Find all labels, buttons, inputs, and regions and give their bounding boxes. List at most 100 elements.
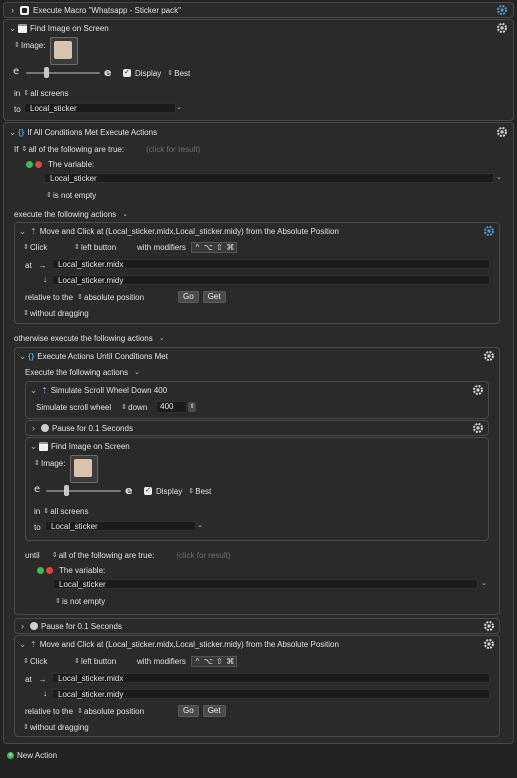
if-then-else-action[interactable]: ⌄ {} If All Conditions Met Execute Actio… <box>3 122 514 744</box>
command-key-toggle[interactable]: ⌘ <box>225 657 236 666</box>
stepper-icon[interactable]: ⇕ <box>188 402 197 412</box>
best-popup[interactable]: Best <box>195 487 211 496</box>
image-well[interactable] <box>50 37 78 65</box>
best-popup[interactable]: Best <box>174 69 190 78</box>
condition-variable-field[interactable]: Local_sticker <box>53 579 478 589</box>
condition-test-popup[interactable]: is not empty <box>62 597 105 606</box>
pause-action[interactable]: › Pause for 0.1 Seconds <box>14 618 500 634</box>
pause-action[interactable]: › Pause for 0.1 Seconds <box>25 420 489 436</box>
command-key-toggle[interactable]: ⌘ <box>225 243 236 252</box>
get-button[interactable]: Get <box>202 291 226 303</box>
popup-chevron-icon: ⇕ <box>23 724 29 731</box>
disclosure-triangle-icon[interactable]: ⌄ <box>18 350 27 362</box>
add-condition-icon[interactable] <box>37 566 44 574</box>
display-checkbox[interactable]: ✓ <box>123 69 131 77</box>
dropdown-chevron-icon[interactable]: ⌄ <box>496 173 502 181</box>
gear-icon[interactable] <box>483 638 495 650</box>
move-and-click-action[interactable]: ⌄ ⇡ Move and Click at (Local_sticker.mid… <box>14 222 500 324</box>
dropdown-chevron-icon[interactable]: ⌄ <box>176 103 182 111</box>
variable-field[interactable]: Local_sticker <box>45 521 196 531</box>
popup-chevron-icon: ⇕ <box>74 244 80 251</box>
x-coordinate-field[interactable]: Local_sticker.midx <box>52 673 490 683</box>
fuzziness-slider[interactable] <box>46 490 121 492</box>
screens-popup[interactable]: all screens <box>30 89 68 98</box>
screens-popup[interactable]: all screens <box>50 507 88 516</box>
chevron-down-icon[interactable]: ⌄ <box>159 334 165 342</box>
slider-knob[interactable] <box>64 485 69 496</box>
gear-icon[interactable] <box>483 620 495 632</box>
x-coordinate-field[interactable]: Local_sticker.midx <box>52 259 490 269</box>
condition-variable-field[interactable]: Local_sticker <box>44 173 494 183</box>
dropdown-chevron-icon[interactable]: ⌄ <box>197 521 203 529</box>
new-action-button[interactable]: + New Action <box>7 749 57 761</box>
click-for-result-hint[interactable]: (click for result) <box>176 551 230 560</box>
condition-test-popup[interactable]: is not empty <box>53 191 96 200</box>
control-key-toggle[interactable]: ^ <box>192 243 203 252</box>
go-button[interactable]: Go <box>178 291 199 303</box>
position-popup[interactable]: absolute position <box>84 707 178 716</box>
gear-icon[interactable] <box>496 22 508 34</box>
get-button[interactable]: Get <box>202 705 226 717</box>
go-button[interactable]: Go <box>178 705 199 717</box>
disclosure-triangle-icon[interactable]: › <box>18 620 27 632</box>
add-condition-icon[interactable] <box>26 160 33 168</box>
modifier-keys: ^ ⌥ ⇧ ⌘ <box>190 241 237 253</box>
relative-label: relative to the <box>25 292 74 302</box>
click-type-popup[interactable]: Click <box>30 657 74 666</box>
shift-key-toggle[interactable]: ⇧ <box>214 243 225 252</box>
position-popup[interactable]: absolute position <box>84 293 178 302</box>
mouse-button-popup[interactable]: left button <box>81 657 131 666</box>
x-arrow-icon: → <box>38 260 47 270</box>
chevron-down-icon[interactable]: ⌄ <box>122 210 128 218</box>
disclosure-triangle-icon[interactable]: ⌄ <box>29 440 38 452</box>
gear-icon[interactable] <box>496 4 508 16</box>
until-action[interactable]: ⌄ {} Execute Actions Until Conditions Me… <box>14 347 500 615</box>
scroll-label: Simulate scroll wheel <box>36 402 112 412</box>
move-and-click-action[interactable]: ⌄ ⇡ Move and Click at (Local_sticker.mid… <box>14 635 500 737</box>
click-type-popup[interactable]: Click <box>30 243 74 252</box>
direction-popup[interactable]: down <box>128 403 156 412</box>
modifiers-label: with modifiers <box>137 656 186 666</box>
execute-macro-action[interactable]: › Execute Macro "Whatsapp - Sticker pack… <box>3 2 514 18</box>
scroll-wheel-action[interactable]: ⌄ ⇡ Simulate Scroll Wheel Down 400 Simul… <box>25 381 489 419</box>
gear-icon[interactable] <box>496 126 508 138</box>
remove-condition-icon[interactable] <box>46 566 53 574</box>
image-well[interactable] <box>70 455 98 483</box>
action-title: Find Image on Screen <box>51 441 130 451</box>
fuzziness-slider[interactable] <box>26 72 100 74</box>
disclosure-triangle-icon[interactable]: ⌄ <box>8 22 17 34</box>
slider-knob[interactable] <box>44 67 49 78</box>
otherwise-actions-label: otherwise execute the following actions <box>14 333 153 343</box>
disclosure-triangle-icon[interactable]: ⌄ <box>18 225 27 237</box>
chevron-down-icon[interactable]: ⌄ <box>134 368 140 376</box>
gear-icon[interactable] <box>472 422 484 434</box>
condition-mode-popup[interactable]: all of the following are true: <box>59 551 155 560</box>
gear-icon[interactable] <box>472 384 484 396</box>
mouse-button-popup[interactable]: left button <box>81 243 131 252</box>
mouse-click-icon: ⇡ <box>30 639 37 649</box>
gear-icon[interactable] <box>483 225 495 237</box>
drag-mode-popup[interactable]: without dragging <box>30 723 89 732</box>
option-key-toggle[interactable]: ⌥ <box>203 657 214 666</box>
click-for-result-hint[interactable]: (click for result) <box>146 145 200 154</box>
find-image-action[interactable]: ⌄ Find Image on Screen ⇕ Image: e e ✓ Di… <box>25 437 489 541</box>
option-key-toggle[interactable]: ⌥ <box>203 243 214 252</box>
find-image-action[interactable]: ⌄ Find Image on Screen ⇕ Image: e e ✓ Di… <box>3 19 514 121</box>
disclosure-triangle-icon[interactable]: › <box>29 422 38 434</box>
disclosure-triangle-icon[interactable]: ⌄ <box>29 384 38 396</box>
display-checkbox[interactable]: ✓ <box>144 487 152 495</box>
dropdown-chevron-icon[interactable]: ⌄ <box>481 579 487 587</box>
remove-condition-icon[interactable] <box>35 160 42 168</box>
control-key-toggle[interactable]: ^ <box>192 657 203 666</box>
scroll-amount-field[interactable]: 400 <box>156 401 188 413</box>
disclosure-triangle-icon[interactable]: ⌄ <box>18 638 27 650</box>
shift-key-toggle[interactable]: ⇧ <box>214 657 225 666</box>
condition-mode-popup[interactable]: all of the following are true: <box>28 145 124 154</box>
disclosure-triangle-icon[interactable]: › <box>8 4 17 16</box>
variable-field[interactable]: Local_sticker <box>24 103 176 113</box>
gear-icon[interactable] <box>483 350 495 362</box>
y-coordinate-field[interactable]: Local_sticker.midy <box>52 689 490 699</box>
y-coordinate-field[interactable]: Local_sticker.midy <box>52 275 490 285</box>
disclosure-triangle-icon[interactable]: ⌄ <box>8 126 17 138</box>
drag-mode-popup[interactable]: without dragging <box>30 309 89 318</box>
